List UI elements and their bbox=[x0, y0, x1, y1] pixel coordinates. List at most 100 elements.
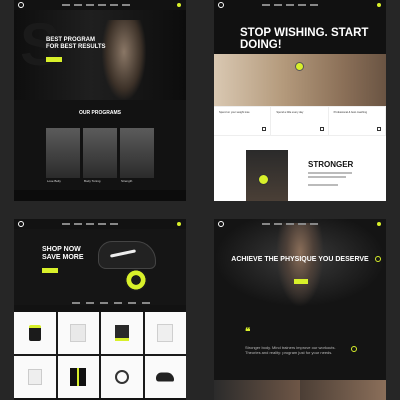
nav-links bbox=[62, 223, 118, 225]
nav-link[interactable] bbox=[62, 4, 70, 6]
nav-link[interactable] bbox=[310, 223, 318, 225]
kettlebell-icon bbox=[258, 174, 269, 185]
feature-text: Professional & best coaching bbox=[333, 111, 368, 114]
nav-link[interactable] bbox=[262, 4, 270, 6]
cart-icon[interactable] bbox=[377, 3, 381, 7]
athlete-jumprope-image bbox=[276, 223, 324, 307]
tshirt-icon bbox=[70, 324, 87, 342]
gallery-photo[interactable] bbox=[300, 380, 386, 400]
feature-cards: Spend on your weight lose Spend a little… bbox=[214, 106, 386, 136]
nav-link[interactable] bbox=[262, 223, 270, 225]
feature-card[interactable]: Spend a little every day bbox=[271, 107, 329, 135]
nav-links bbox=[262, 223, 318, 225]
athlete-image bbox=[102, 20, 146, 100]
hero-title: BEST PROGRAM FOR BEST RESULTS bbox=[46, 37, 106, 50]
product-card[interactable] bbox=[57, 356, 99, 398]
cart-icon[interactable] bbox=[177, 3, 181, 7]
nav-link[interactable] bbox=[86, 4, 94, 6]
top-nav bbox=[14, 219, 186, 229]
nav-link[interactable] bbox=[98, 4, 106, 6]
nav-link[interactable] bbox=[74, 223, 82, 225]
weight-plate-icon bbox=[125, 269, 147, 291]
product-card[interactable] bbox=[101, 356, 143, 398]
program-list: Lose Belly Body Toning Strength bbox=[46, 128, 154, 183]
cart-icon[interactable] bbox=[377, 222, 381, 226]
nav-link[interactable] bbox=[122, 4, 130, 6]
program-image bbox=[83, 128, 117, 178]
product-grid bbox=[14, 312, 186, 398]
program-image bbox=[120, 128, 154, 178]
product-card[interactable] bbox=[57, 312, 99, 354]
gym-homepage-thumbnail-2[interactable]: STOP WISHING. START DOING! Spend on your… bbox=[214, 0, 386, 201]
hero-title: ACHIEVE THE PHYSIQUE YOU DESERVE bbox=[231, 256, 369, 263]
gym-trainer-thumbnail[interactable]: ACHIEVE THE PHYSIQUE YOU DESERVE ❝ Stron… bbox=[214, 219, 386, 400]
product-card[interactable] bbox=[144, 356, 186, 398]
hero-title: SHOP NOW SAVE MORE bbox=[42, 246, 84, 261]
nav-link[interactable] bbox=[62, 223, 70, 225]
program-label: Body Toning bbox=[84, 179, 101, 183]
filter-tab[interactable] bbox=[128, 302, 136, 304]
product-card[interactable] bbox=[14, 356, 56, 398]
logo-icon[interactable] bbox=[218, 221, 224, 227]
arrow-icon[interactable] bbox=[376, 127, 381, 131]
product-filters bbox=[72, 302, 150, 304]
gallery-photo[interactable] bbox=[214, 380, 300, 400]
text-line bbox=[308, 184, 338, 186]
top-nav bbox=[214, 0, 386, 10]
badge-icon bbox=[351, 346, 357, 352]
gym-homepage-thumbnail-1[interactable]: S BEST PROGRAM FOR BEST RESULTS OUR PROG… bbox=[14, 0, 186, 201]
arrow-icon[interactable] bbox=[319, 127, 324, 131]
nav-link[interactable] bbox=[310, 4, 318, 6]
section-title: OUR PROGRAMS bbox=[79, 110, 121, 116]
program-card[interactable]: Body Toning bbox=[83, 128, 117, 183]
hero-cta-button[interactable] bbox=[46, 57, 62, 62]
text-line bbox=[308, 176, 346, 178]
nav-link[interactable] bbox=[86, 223, 94, 225]
product-card[interactable] bbox=[101, 312, 143, 354]
product-card[interactable] bbox=[14, 312, 56, 354]
logo-icon[interactable] bbox=[18, 2, 24, 8]
logo-icon[interactable] bbox=[218, 2, 224, 8]
shop-button[interactable] bbox=[42, 268, 58, 273]
filter-tab[interactable] bbox=[72, 302, 80, 304]
feature-card[interactable]: Professional & best coaching bbox=[329, 107, 386, 135]
shoe-icon bbox=[156, 372, 175, 382]
filter-tab[interactable] bbox=[142, 302, 150, 304]
nav-link[interactable] bbox=[274, 223, 282, 225]
nav-link[interactable] bbox=[98, 223, 106, 225]
testimonial-text: Stronger body. Mind trainers improve our… bbox=[245, 345, 336, 355]
nav-link[interactable] bbox=[286, 4, 294, 6]
top-nav bbox=[14, 0, 186, 10]
text-line bbox=[308, 172, 352, 174]
pack-icon bbox=[70, 368, 87, 386]
nav-link[interactable] bbox=[74, 4, 82, 6]
shirt-icon bbox=[157, 324, 174, 342]
filter-tab[interactable] bbox=[114, 302, 122, 304]
box-icon bbox=[114, 325, 129, 341]
rope-icon bbox=[114, 370, 129, 384]
hero-cta-button[interactable] bbox=[294, 279, 308, 284]
product-card[interactable] bbox=[144, 312, 186, 354]
nav-link[interactable] bbox=[274, 4, 282, 6]
logo-icon[interactable] bbox=[18, 221, 24, 227]
top-nav bbox=[214, 219, 386, 229]
nav-link[interactable] bbox=[298, 4, 306, 6]
gym-shop-thumbnail[interactable]: SHOP NOW SAVE MORE bbox=[14, 219, 186, 400]
nav-link[interactable] bbox=[286, 223, 294, 225]
arrow-icon[interactable] bbox=[262, 127, 267, 131]
cart-icon[interactable] bbox=[177, 222, 181, 226]
section-title: STRONGER bbox=[308, 160, 354, 169]
filter-tab[interactable] bbox=[86, 302, 94, 304]
feature-text: Spend on your weight lose bbox=[219, 111, 250, 114]
filter-tab[interactable] bbox=[100, 302, 108, 304]
sneaker-image bbox=[98, 241, 156, 269]
feature-card[interactable]: Spend on your weight lose bbox=[214, 107, 272, 135]
nav-links bbox=[262, 4, 318, 6]
nav-link[interactable] bbox=[110, 223, 118, 225]
program-card[interactable]: Lose Belly bbox=[46, 128, 80, 183]
program-card[interactable]: Strength bbox=[120, 128, 154, 183]
program-image bbox=[46, 128, 80, 178]
nav-link[interactable] bbox=[298, 223, 306, 225]
nav-link[interactable] bbox=[110, 4, 118, 6]
play-ring-icon[interactable] bbox=[375, 256, 381, 262]
